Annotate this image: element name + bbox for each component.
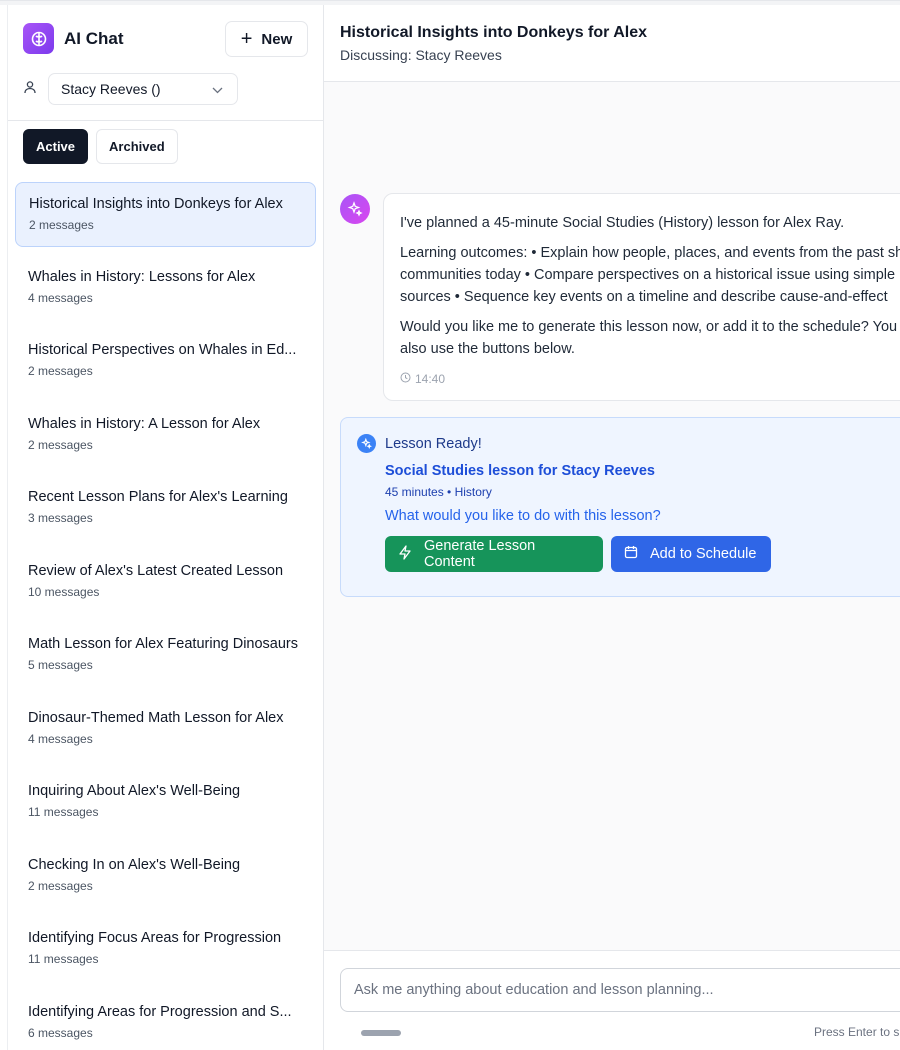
generate-lesson-label: Generate Lesson Content — [424, 538, 536, 570]
sparkles-icon — [340, 194, 370, 224]
lesson-actions: Generate Lesson Content Add to Schedule — [385, 536, 900, 572]
clock-icon — [400, 368, 411, 390]
conversation-title: Identifying Areas for Progression and S.… — [28, 1003, 292, 1020]
lesson-ready-heading: Lesson Ready! — [385, 435, 482, 452]
list-item[interactable]: Whales in History: A Lesson for Alex 2 m… — [15, 403, 316, 468]
student-select-value: Stacy Reeves () — [61, 81, 161, 97]
brand: AI Chat — [23, 23, 124, 54]
user-row: Stacy Reeves () — [23, 73, 238, 105]
message-input[interactable]: Ask me anything about education and less… — [340, 968, 900, 1012]
chat-subtitle: Discussing: Stacy Reeves — [340, 47, 502, 63]
add-to-schedule-label: Add to Schedule — [650, 546, 757, 562]
conversation-title: Historical Perspectives on Whales in Ed.… — [28, 342, 297, 358]
lesson-card-header: Lesson Ready! — [357, 434, 900, 453]
conversation-title: Checking In on Alex's Well-Being — [28, 856, 241, 873]
message-text: sources • Sequence key events on a timel… — [400, 289, 888, 305]
conversation-list: Historical Insights into Donkeys for Ale… — [8, 182, 323, 1050]
lightning-icon — [398, 544, 412, 564]
message-count: 2 messages — [29, 218, 94, 232]
list-item[interactable]: Math Lesson for Alex Featuring Dinosaurs… — [15, 623, 316, 688]
message-count: 5 messages — [28, 658, 93, 672]
generate-lesson-button[interactable]: Generate Lesson Content — [385, 536, 603, 572]
lesson-ready-card: Lesson Ready! Social Studies lesson for … — [340, 417, 900, 597]
conversation-title: Historical Insights into Donkeys for Ale… — [29, 196, 283, 212]
conversation-title: Math Lesson for Alex Featuring Dinosaurs — [28, 636, 298, 652]
message-count: 11 messages — [28, 805, 99, 819]
new-chat-label: New — [261, 30, 293, 48]
message-text: also use the buttons below. — [400, 341, 575, 357]
list-item[interactable]: Inquiring About Alex's Well-Being 11 mes… — [15, 770, 316, 835]
message-count: 4 messages — [28, 731, 93, 746]
message-count: 2 messages — [28, 878, 93, 893]
message-count: 2 messages — [28, 437, 93, 452]
lesson-title: Social Studies lesson for Stacy Reeves — [385, 463, 655, 479]
app-title: AI Chat — [64, 28, 124, 48]
conversation-title: Identifying Focus Areas for Progression — [28, 930, 282, 946]
list-item[interactable]: Historical Insights into Donkeys for Ale… — [15, 182, 316, 247]
conversation-title: Whales in History: Lessons for Alex — [28, 268, 256, 285]
sidebar: AI Chat + New Stacy Reeves () Active Arc… — [7, 5, 324, 1050]
message-count: 4 messages — [28, 290, 93, 305]
new-chat-button[interactable]: + New — [225, 21, 308, 57]
list-item[interactable]: Recent Lesson Plans for Alex's Learning … — [15, 476, 316, 541]
lesson-question: What would you like to do with this less… — [385, 508, 661, 524]
list-item[interactable]: Historical Perspectives on Whales in Ed.… — [15, 329, 316, 394]
student-select[interactable]: Stacy Reeves () — [48, 73, 238, 105]
message-count: 6 messages — [28, 1025, 93, 1040]
user-icon — [23, 80, 37, 99]
conversation-tabs: Active Archived — [23, 129, 178, 164]
message-text: communities today • Compare perspectives… — [400, 267, 896, 283]
sparkles-icon — [357, 434, 376, 453]
conversation-title: Dinosaur-Themed Math Lesson for Alex — [28, 709, 284, 726]
composer-hint: Press Enter to s — [814, 1025, 900, 1039]
tab-active[interactable]: Active — [23, 129, 89, 164]
list-item[interactable]: Identifying Focus Areas for Progression … — [15, 917, 316, 982]
message-text: I've planned a 45-minute Social Studies … — [400, 215, 845, 231]
message-text: Learning outcomes: • Explain how people,… — [400, 245, 900, 261]
chat-panel: Historical Insights into Donkeys for Ale… — [324, 5, 900, 1050]
list-item[interactable]: Dinosaur-Themed Math Lesson for Alex 4 m… — [15, 697, 316, 762]
calendar-icon — [624, 545, 638, 563]
composer: Ask me anything about education and less… — [324, 950, 900, 1050]
timestamp-text: 14:40 — [415, 372, 446, 386]
add-to-schedule-button[interactable]: Add to Schedule — [611, 536, 771, 572]
list-item[interactable]: Review of Alex's Latest Created Lesson 1… — [15, 550, 316, 615]
drag-handle[interactable] — [361, 1030, 401, 1036]
conversation-title: Inquiring About Alex's Well-Being — [28, 783, 241, 799]
plus-icon: + — [240, 28, 253, 50]
message-count: 3 messages — [28, 511, 93, 525]
message-text: Would you like me to generate this lesso… — [400, 319, 900, 335]
list-item[interactable]: Checking In on Alex's Well-Being 2 messa… — [15, 844, 316, 909]
chat-header: Historical Insights into Donkeys for Ale… — [324, 5, 900, 82]
chevron-down-icon — [212, 81, 223, 97]
conversation-title: Whales in History: A Lesson for Alex — [28, 415, 261, 432]
message-count: 2 messages — [28, 364, 93, 378]
lesson-meta: 45 minutes • History — [385, 485, 492, 499]
chat-title: Historical Insights into Donkeys for Ale… — [340, 24, 648, 41]
list-item[interactable]: Whales in History: Lessons for Alex 4 me… — [15, 256, 316, 321]
list-item[interactable]: Identifying Areas for Progression and S.… — [15, 991, 316, 1050]
tab-archived[interactable]: Archived — [96, 129, 178, 164]
message-timestamp: 14:40 — [400, 368, 900, 390]
message-count: 11 messages — [28, 952, 99, 966]
sidebar-header: AI Chat + New Stacy Reeves () — [8, 5, 323, 121]
brain-icon — [23, 23, 54, 54]
assistant-message: I've planned a 45-minute Social Studies … — [383, 193, 900, 401]
conversation-title: Recent Lesson Plans for Alex's Learning — [28, 489, 288, 505]
conversation-title: Review of Alex's Latest Created Lesson — [28, 562, 284, 579]
message-count: 10 messages — [28, 584, 100, 599]
